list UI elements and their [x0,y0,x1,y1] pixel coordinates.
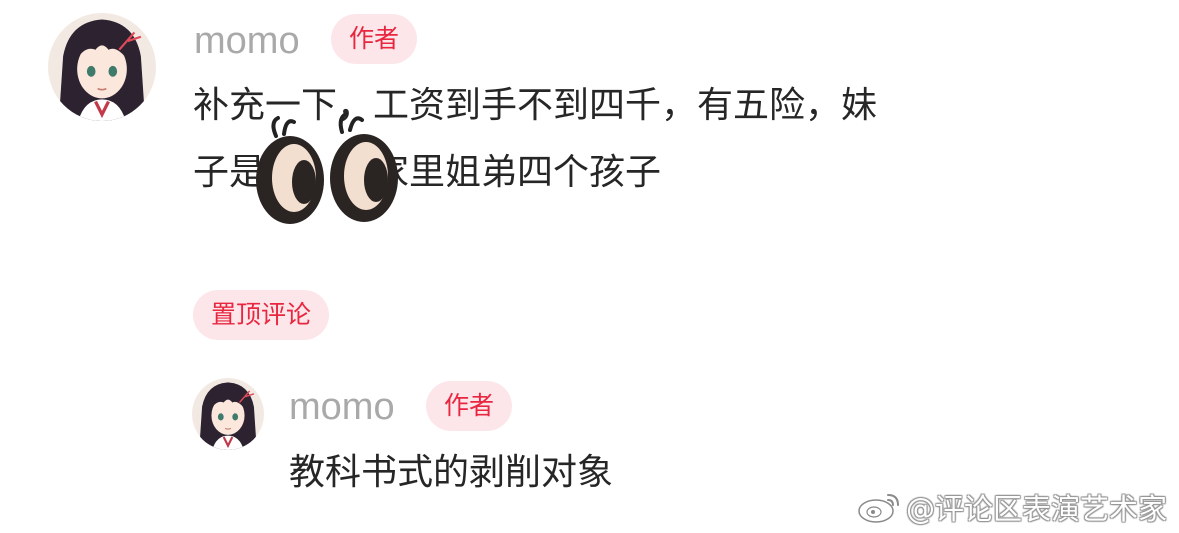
avatar-anime-girl-image [48,13,156,121]
author-badge: 作者 [331,14,418,64]
avatar-anime-girl-image [192,378,264,450]
avatar[interactable] [192,378,264,450]
username[interactable]: momo [194,22,300,60]
reply-text: 教科书式的剥削对象 [289,452,614,493]
author-badge: 作者 [426,381,513,431]
avatar[interactable] [48,13,156,121]
pinned-comment-label: 置顶评论 [193,290,330,340]
watermark-text: @评论区表演艺术家 [905,492,1167,526]
watermark: @评论区表演艺术家 [856,486,1167,528]
eyes-sticker-icon [250,108,410,233]
weibo-icon [856,489,902,525]
username[interactable]: momo [289,388,395,426]
